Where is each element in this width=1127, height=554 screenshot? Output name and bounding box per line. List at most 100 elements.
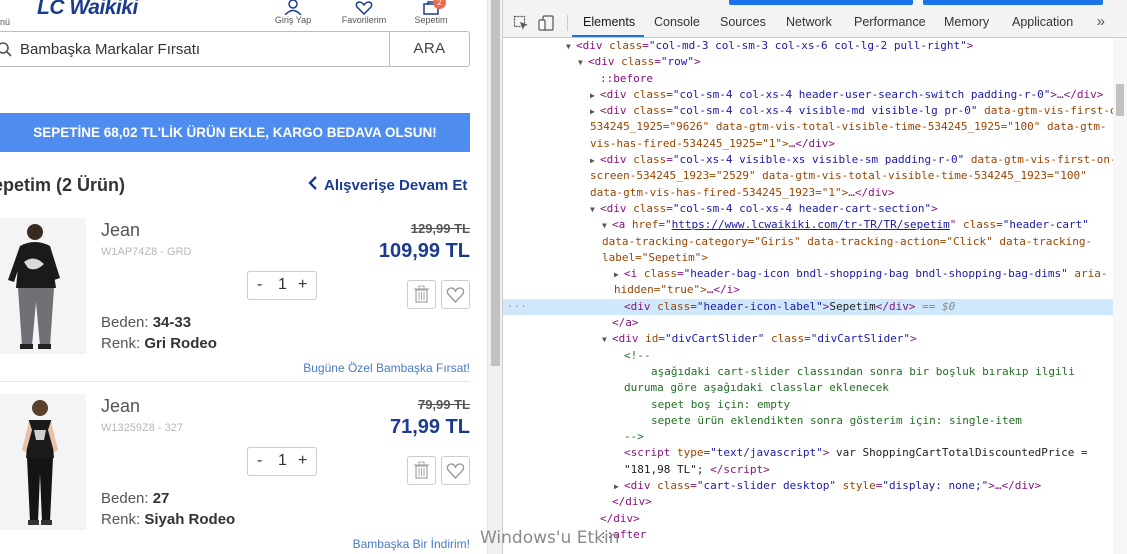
delete-button[interactable] xyxy=(407,280,436,309)
product-image[interactable] xyxy=(0,394,86,530)
dom-tree: ▼ <div class="col-md-3 col-sm-3 col-xs-6 … xyxy=(503,38,1127,543)
device-toolbar-icon[interactable] xyxy=(538,15,554,31)
tab-elements[interactable]: Elements xyxy=(583,15,635,29)
offer-link[interactable]: Bugüne Özel Bambaşka Fırsat! xyxy=(303,361,470,375)
quantity-stepper: - 1 + xyxy=(247,447,317,476)
dom-node[interactable]: ▼ <div id="divCartSlider" class="divCartS… xyxy=(503,331,1113,347)
continue-shopping-link[interactable]: Alışverişe Devam Et xyxy=(308,176,467,194)
devtools-panel: Elements Console Sources Network Perform… xyxy=(503,0,1127,554)
color-value: Gri Rodeo xyxy=(144,335,217,352)
tab-network[interactable]: Network xyxy=(786,15,832,29)
product-image[interactable] xyxy=(0,218,86,354)
dom-node[interactable]: ▼ <div class="col-md-3 col-sm-3 col-xs-6 … xyxy=(503,38,1113,54)
dom-node[interactable]: ::before xyxy=(503,71,1113,87)
favorite-button[interactable] xyxy=(441,280,470,309)
collapse-triangle-icon[interactable]: ▼ xyxy=(602,218,612,234)
dom-comment[interactable]: <!-- xyxy=(503,348,1113,364)
search-bar: Bambaşka Markalar Fırsatı ARA xyxy=(0,31,470,67)
heart-icon xyxy=(355,1,373,15)
search-icon xyxy=(0,42,12,57)
delete-button[interactable] xyxy=(407,456,436,485)
dom-node-cont: 534245_1925="9626" data-gtm-vis-total-vi… xyxy=(590,120,1107,134)
site-logo[interactable]: LC Waikiki xyxy=(37,0,138,20)
collapse-triangle-icon[interactable]: ▼ xyxy=(566,39,576,55)
favorites-label: Favorilerim xyxy=(341,15,387,25)
dom-node[interactable]: <script type="text/javascript"> var Shop… xyxy=(503,445,1113,461)
tab-memory[interactable]: Memory xyxy=(944,15,989,29)
dom-comment-line: sepete ürün eklendikten sonra gösterim i… xyxy=(651,413,1022,427)
cart-item: Jean W1AP74Z8 - GRD 129,99 TL 109,99 TL … xyxy=(0,218,470,378)
dom-node[interactable]: ▶ <div class="cart-slider desktop" style=… xyxy=(503,478,1113,494)
login-link[interactable]: Giriş Yap xyxy=(274,0,312,25)
color-value: Siyah Rodeo xyxy=(144,511,236,528)
dom-comment-line: sepet boş için: empty xyxy=(651,397,791,411)
dom-node[interactable]: ▼ <div class="row"> xyxy=(503,54,1113,70)
devtools-scrollbar-thumb[interactable] xyxy=(1116,84,1124,116)
tab-sources[interactable]: Sources xyxy=(720,15,766,29)
quantity-value[interactable]: 1 xyxy=(278,452,287,470)
search-button[interactable]: ARA xyxy=(389,32,469,66)
collapse-triangle-icon[interactable]: ▼ xyxy=(578,55,588,71)
dom-node[interactable]: </a> xyxy=(503,315,1113,331)
item-divider xyxy=(0,381,470,382)
dom-node[interactable]: ▼ <a href="https://www.lcwaikiki.com/tr-T… xyxy=(503,217,1113,233)
login-label: Giriş Yap xyxy=(274,15,312,25)
dom-node-cont: hidden="true">…</i> xyxy=(614,283,740,297)
old-price: 129,99 TL xyxy=(410,221,470,236)
windows-activation-watermark: Windows'u Etkin xyxy=(480,528,620,548)
dom-node[interactable]: ▶ <i class="header-bag-icon bndl-shopping… xyxy=(503,266,1113,282)
size-value: 27 xyxy=(152,490,170,507)
tab-performance[interactable]: Performance xyxy=(854,15,926,29)
expand-triangle-icon[interactable]: ▶ xyxy=(614,267,624,283)
href-link[interactable]: https://www.lcwaikiki.com/tr-TR/TR/sepet… xyxy=(672,218,950,231)
tab-application[interactable]: Application xyxy=(1012,15,1073,29)
favorites-link[interactable]: Favorilerim xyxy=(338,0,390,25)
product-sku: W1AP74Z8 - GRD xyxy=(101,246,192,258)
increase-qty-button[interactable]: + xyxy=(298,276,307,294)
decrease-qty-button[interactable]: - xyxy=(257,452,262,470)
tab-console[interactable]: Console xyxy=(654,15,700,29)
offer-link[interactable]: Bambaşka Bir İndirim! xyxy=(353,537,470,551)
cart-link[interactable]: 2 Sepetim xyxy=(412,0,450,25)
devtools-scrollbar[interactable] xyxy=(1113,38,1127,554)
scrollbar-thumb[interactable] xyxy=(491,0,500,366)
web-page: nü LC Waikiki Giriş Yap Favorilerim 2 Se… xyxy=(0,0,487,554)
dom-node[interactable]: ▶ <div class="col-xs-4 visible-xs visible… xyxy=(503,152,1117,169)
dom-comment-line: duruma göre aşağıdaki classlar eklenecek xyxy=(624,381,889,395)
devtools-toolbar-button[interactable] xyxy=(729,0,913,5)
product-name[interactable]: Jean xyxy=(101,220,140,241)
continue-shopping-label: Alışverişe Devam Et xyxy=(324,177,468,194)
expand-triangle-icon[interactable]: ▶ xyxy=(590,104,600,120)
discounted-price: 109,99 TL xyxy=(378,240,470,262)
increase-qty-button[interactable]: + xyxy=(298,452,307,470)
devtools-toolbar-button[interactable] xyxy=(923,0,1103,5)
favorite-button[interactable] xyxy=(441,456,470,485)
trash-icon xyxy=(414,461,429,479)
trash-icon xyxy=(414,285,429,303)
dom-node[interactable]: ▶ <div class="col-sm-4 col-xs-4 header-us… xyxy=(503,87,1113,103)
dom-node-cont: vis-has-fired-534245_1925="1">…</div> xyxy=(590,136,836,150)
search-input[interactable]: Bambaşka Markalar Fırsatı xyxy=(20,41,200,58)
collapse-triangle-icon[interactable]: ▼ xyxy=(602,332,612,348)
menu-label-fragment[interactable]: nü xyxy=(0,17,10,27)
selected-dom-node[interactable]: ··· <div class="header-icon-label">Sepeti… xyxy=(503,298,1113,316)
quantity-value[interactable]: 1 xyxy=(278,276,287,294)
chevron-left-icon xyxy=(308,176,317,190)
decrease-qty-button[interactable]: - xyxy=(257,276,262,294)
expand-triangle-icon[interactable]: ▶ xyxy=(614,479,624,495)
user-icon xyxy=(284,0,302,15)
more-tabs-button[interactable]: » xyxy=(1097,13,1105,30)
dom-node[interactable]: ▶ <div class="col-sm-4 col-xs-4 visible-m… xyxy=(503,103,1127,120)
product-name[interactable]: Jean xyxy=(101,396,140,417)
expand-triangle-icon[interactable]: ▶ xyxy=(590,153,600,169)
dom-node[interactable]: </div> xyxy=(503,494,1113,510)
dom-node[interactable]: ▼ <div class="col-sm-4 col-xs-4 header-ca… xyxy=(503,201,1113,217)
inspect-element-icon[interactable] xyxy=(513,15,529,31)
color-attribute: Renk: Gri Rodeo xyxy=(101,335,217,352)
node-options-icon[interactable]: ··· xyxy=(507,299,527,315)
expand-triangle-icon[interactable]: ▶ xyxy=(590,88,600,104)
dom-node-cont: label="Sepetim"> xyxy=(602,250,708,264)
collapse-triangle-icon[interactable]: ▼ xyxy=(590,202,600,218)
page-scrollbar[interactable] xyxy=(487,0,502,554)
dom-node[interactable]: </div> xyxy=(503,511,1113,527)
